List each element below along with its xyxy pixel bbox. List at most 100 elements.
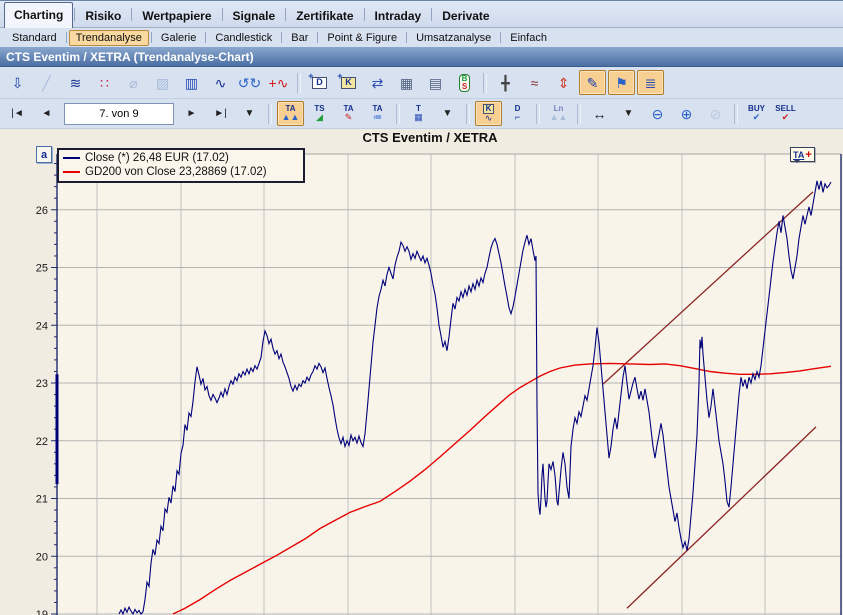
- navigation-toolbar: |◄◄►►|▼TA▲▲TS◢TA✎TA≔T▦▼K∿D⌐Ln▲▲↔▼⊖⊕⊘BUY✔…: [0, 99, 843, 129]
- tab-trendanalyse[interactable]: Trendanalyse: [69, 30, 149, 46]
- nav-first-button[interactable]: |◄: [4, 101, 31, 126]
- menu-divider: [431, 8, 432, 21]
- flag-list-icon[interactable]: ⚑: [608, 70, 635, 95]
- chart-region[interactable]: 1920212223242526CTS Eventim / XETRA Clos…: [0, 129, 843, 615]
- grid-icon-glyph: ▦: [400, 76, 413, 90]
- zoom-reset-icon-glyph: ⊘: [710, 107, 722, 121]
- nav-last-button[interactable]: ►|: [207, 101, 234, 126]
- buy-button[interactable]: BUY✔: [743, 101, 770, 126]
- ta-badge-label: TA: [793, 150, 804, 160]
- buy-sell-signals-icon[interactable]: BS: [451, 70, 478, 95]
- menu-divider: [285, 8, 286, 21]
- svg-text:19: 19: [36, 609, 48, 615]
- log-scale-icon-glyph: ▲▲: [550, 113, 568, 122]
- menu-bar: ChartingRisikoWertpapiereSignaleZertifik…: [0, 1, 843, 28]
- bar-width-dropdown-glyph: ▼: [624, 109, 634, 119]
- grid-icon[interactable]: ▦: [393, 70, 420, 95]
- draw-pencil-icon[interactable]: ✎: [579, 70, 606, 95]
- menu-item-charting[interactable]: Charting: [4, 2, 73, 28]
- menu-item-signale[interactable]: Signale: [224, 4, 285, 27]
- legend-row: Close (*) 26,48 EUR (17.02): [63, 151, 299, 165]
- volume-bars-icon-glyph: ▥: [185, 76, 198, 90]
- log-scale-icon[interactable]: Ln▲▲: [545, 101, 572, 126]
- menu-item-derivate[interactable]: Derivate: [433, 4, 498, 27]
- bar-width-dropdown[interactable]: ▼: [615, 101, 642, 126]
- scale-arrows-icon[interactable]: ⇕: [550, 70, 577, 95]
- toolbar-separator: [466, 104, 470, 124]
- tab-standard[interactable]: Standard: [5, 30, 64, 46]
- nav-first-button-glyph: |◄: [11, 109, 24, 119]
- svg-text:25: 25: [36, 263, 48, 275]
- chart-legend: Close (*) 26,48 EUR (17.02)GD200 von Clo…: [57, 148, 305, 183]
- tab-divider: [205, 32, 206, 43]
- trendline-gray-icon-glyph: ╱: [42, 76, 50, 90]
- menu-item-wertpapiere[interactable]: Wertpapiere: [133, 4, 220, 27]
- annotation-a-button[interactable]: a: [36, 146, 52, 163]
- template-dropdown-button[interactable]: ▼: [434, 101, 461, 126]
- nav-position-field[interactable]: [64, 103, 174, 125]
- tab-divider: [317, 32, 318, 43]
- panel-lines-icon[interactable]: ▤: [422, 70, 449, 95]
- tab-einfach[interactable]: Einfach: [503, 30, 554, 46]
- tab-bar[interactable]: Bar: [284, 30, 315, 46]
- trendline-gray-icon[interactable]: ╱: [33, 70, 60, 95]
- ta-edit-icon[interactable]: TA✎: [335, 101, 362, 126]
- svg-text:24: 24: [36, 320, 48, 332]
- ts-signals-icon[interactable]: TS◢: [306, 101, 333, 126]
- add-candle-chart-icon[interactable]: K+: [335, 70, 362, 95]
- toolbar-separator: [536, 104, 540, 124]
- undo-redo-icon[interactable]: ↺↻: [236, 70, 263, 95]
- menu-item-intraday[interactable]: Intraday: [366, 4, 431, 27]
- svg-text:21: 21: [36, 494, 48, 506]
- legend-line-swatch: [63, 157, 80, 159]
- volume-bars-icon[interactable]: ▥: [178, 70, 205, 95]
- tab-galerie[interactable]: Galerie: [154, 30, 203, 46]
- nav-prev-button-glyph: ◄: [42, 109, 52, 119]
- add-indicator-icon[interactable]: +∿: [265, 70, 292, 95]
- chart-panel-icon[interactable]: ▨: [149, 70, 176, 95]
- sell-button[interactable]: SELL✔: [772, 101, 799, 126]
- compare-series-icon-glyph: ∷: [100, 76, 109, 90]
- menu-divider: [364, 8, 365, 21]
- indicator-lines-icon-glyph: ≋: [70, 76, 82, 90]
- candle-chart-icon[interactable]: K∿: [475, 101, 502, 126]
- compare-series-icon[interactable]: ∷: [91, 70, 118, 95]
- add-indicator-icon-glyph: +∿: [269, 76, 289, 90]
- zoom-in-icon[interactable]: ⊕: [673, 101, 700, 126]
- toolbar-separator: [483, 73, 487, 93]
- tab-divider: [66, 32, 67, 43]
- indicator-lines-icon[interactable]: ≋: [62, 70, 89, 95]
- template-dropdown-button-glyph: ▼: [443, 109, 453, 119]
- panel-lines-icon-glyph: ▤: [429, 76, 442, 90]
- menu-item-risiko[interactable]: Risiko: [76, 4, 130, 27]
- tab-divider: [151, 32, 152, 43]
- crosshair-icon[interactable]: ╋: [492, 70, 519, 95]
- ta-overview-icon[interactable]: TA▲▲: [277, 101, 304, 126]
- ta-settings-icon[interactable]: TA≔: [364, 101, 391, 126]
- add-day-chart-icon[interactable]: D+: [306, 70, 333, 95]
- template-grid-icon-glyph: ▦: [414, 113, 423, 122]
- trend-chart-canvas[interactable]: 1920212223242526CTS Eventim / XETRA: [0, 129, 843, 615]
- template-grid-icon[interactable]: T▦: [405, 101, 432, 126]
- zoom-reset-icon[interactable]: ⊘: [702, 101, 729, 126]
- import-data-icon[interactable]: ⇩: [4, 70, 31, 95]
- ta-plus-badge[interactable]: TA +: [790, 147, 815, 162]
- tab-umsatzanalyse[interactable]: Umsatzanalyse: [409, 30, 498, 46]
- edit-list-icon[interactable]: ≣: [637, 70, 664, 95]
- menu-item-zertifikate[interactable]: Zertifikate: [287, 4, 362, 27]
- nav-prev-button[interactable]: ◄: [33, 101, 60, 126]
- zoom-out-icon-glyph: ⊖: [652, 107, 664, 121]
- no-average-icon[interactable]: ⌀: [120, 70, 147, 95]
- trend-channel-icon[interactable]: ≈: [521, 70, 548, 95]
- compress-scale-icon[interactable]: ⇄: [364, 70, 391, 95]
- tab-point-figure[interactable]: Point & Figure: [320, 30, 404, 46]
- day-chart-icon[interactable]: D⌐: [504, 101, 531, 126]
- line-marker-icon[interactable]: ∿: [207, 70, 234, 95]
- legend-row: GD200 von Close 23,28869 (17.02): [63, 165, 299, 179]
- zoom-out-icon[interactable]: ⊖: [644, 101, 671, 126]
- bar-width-icon[interactable]: ↔: [586, 101, 613, 126]
- toolbar-separator: [577, 104, 581, 124]
- nav-next-button[interactable]: ►: [178, 101, 205, 126]
- tab-candlestick[interactable]: Candlestick: [208, 30, 279, 46]
- nav-dropdown-button[interactable]: ▼: [236, 101, 263, 126]
